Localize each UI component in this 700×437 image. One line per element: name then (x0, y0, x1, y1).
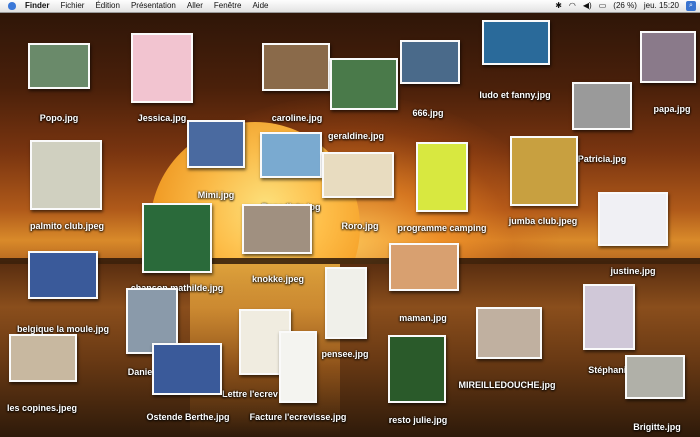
file-name-label[interactable]: Ostende Berthe.jpg (146, 412, 229, 422)
file-thumbnail[interactable] (583, 284, 635, 350)
file-thumbnail[interactable] (482, 20, 550, 65)
file-name-label[interactable]: Jessica.jpg (138, 113, 187, 123)
file-thumbnail[interactable] (400, 40, 460, 84)
file-name-label[interactable]: Mimi.jpg (198, 190, 235, 200)
file-name-label[interactable]: resto julie.jpg (389, 415, 448, 425)
file-name-label[interactable]: knokke.jpeg (252, 274, 304, 284)
file-name-label[interactable]: justine.jpg (611, 266, 656, 276)
file-thumbnail[interactable] (262, 43, 330, 91)
menu-aide[interactable]: Aide (252, 0, 268, 12)
status-area: ✱ ◠ ◀) ▭ (26 %) jeu. 15:20 ⌕ (555, 0, 696, 12)
file-name-label[interactable]: Facture l'ecrevisse.jpg (250, 412, 347, 422)
file-thumbnail[interactable] (510, 136, 578, 206)
file-thumbnail[interactable] (260, 132, 322, 178)
file-thumbnail[interactable] (9, 334, 77, 382)
file-thumbnail[interactable] (388, 335, 446, 403)
spotlight-search-icon[interactable]: ⌕ (686, 1, 696, 11)
menu-finder[interactable]: Finder (25, 0, 49, 12)
menu-fenetre[interactable]: Fenêtre (214, 0, 242, 12)
menu-bar: Finder Fichier Édition Présentation Alle… (0, 0, 700, 13)
file-thumbnail[interactable] (187, 120, 245, 168)
bluetooth-icon[interactable]: ✱ (555, 0, 562, 12)
file-thumbnail[interactable] (152, 343, 222, 395)
battery-icon[interactable]: ▭ (599, 0, 607, 12)
file-thumbnail[interactable] (325, 267, 367, 339)
file-thumbnail[interactable] (476, 307, 542, 359)
file-name-label[interactable]: Patricia.jpg (578, 154, 627, 164)
file-thumbnail[interactable] (28, 43, 90, 89)
file-thumbnail[interactable] (598, 192, 668, 246)
file-name-label[interactable]: MIREILLEDOUCHE.jpg (459, 380, 556, 390)
file-thumbnail[interactable] (131, 33, 193, 103)
file-name-label[interactable]: Brigitte.jpg (633, 422, 681, 432)
file-name-label[interactable]: ludo et fanny.jpg (479, 90, 550, 100)
file-name-label[interactable]: caroline.jpg (272, 113, 323, 123)
apple-menu-icon[interactable] (8, 2, 16, 10)
file-thumbnail[interactable] (640, 31, 696, 83)
file-name-label[interactable]: Popo.jpg (40, 113, 79, 123)
volume-icon[interactable]: ◀) (583, 0, 592, 12)
file-thumbnail[interactable] (416, 142, 468, 212)
file-name-label[interactable]: Lettre l'ecrev (222, 389, 278, 399)
file-thumbnail[interactable] (625, 355, 685, 399)
battery-percent[interactable]: (26 %) (613, 0, 637, 12)
file-thumbnail[interactable] (279, 331, 317, 403)
wifi-icon[interactable]: ◠ (569, 0, 576, 12)
file-name-label[interactable]: jumba club.jpeg (509, 216, 578, 226)
file-thumbnail[interactable] (389, 243, 459, 291)
file-name-label[interactable]: maman.jpg (399, 313, 447, 323)
file-name-label[interactable]: les copines.jpeg (7, 403, 77, 413)
file-name-label[interactable]: pensee.jpg (321, 349, 368, 359)
file-name-label[interactable]: Danie (128, 367, 153, 377)
clock[interactable]: jeu. 15:20 (644, 0, 679, 12)
file-name-label[interactable]: 666.jpg (412, 108, 443, 118)
file-thumbnail[interactable] (28, 251, 98, 299)
wallpaper-horizon (0, 258, 700, 264)
file-thumbnail[interactable] (330, 58, 398, 110)
file-name-label[interactable]: palmito club.jpeg (30, 221, 104, 231)
file-thumbnail[interactable] (142, 203, 212, 273)
file-thumbnail[interactable] (572, 82, 632, 130)
file-name-label[interactable]: belgique la moule.jpg (17, 324, 109, 334)
file-name-label[interactable]: Roro.jpg (342, 221, 379, 231)
file-thumbnail[interactable] (322, 152, 394, 198)
file-thumbnail[interactable] (30, 140, 102, 210)
menu-fichier[interactable]: Fichier (60, 0, 84, 12)
file-thumbnail[interactable] (242, 204, 312, 254)
file-name-label[interactable]: papa.jpg (653, 104, 690, 114)
file-name-label[interactable]: geraldine.jpg (328, 131, 384, 141)
menu-edition[interactable]: Édition (95, 0, 119, 12)
menu-aller[interactable]: Aller (187, 0, 203, 12)
file-name-label[interactable]: programme camping (397, 223, 486, 233)
menu-presentation[interactable]: Présentation (131, 0, 176, 12)
